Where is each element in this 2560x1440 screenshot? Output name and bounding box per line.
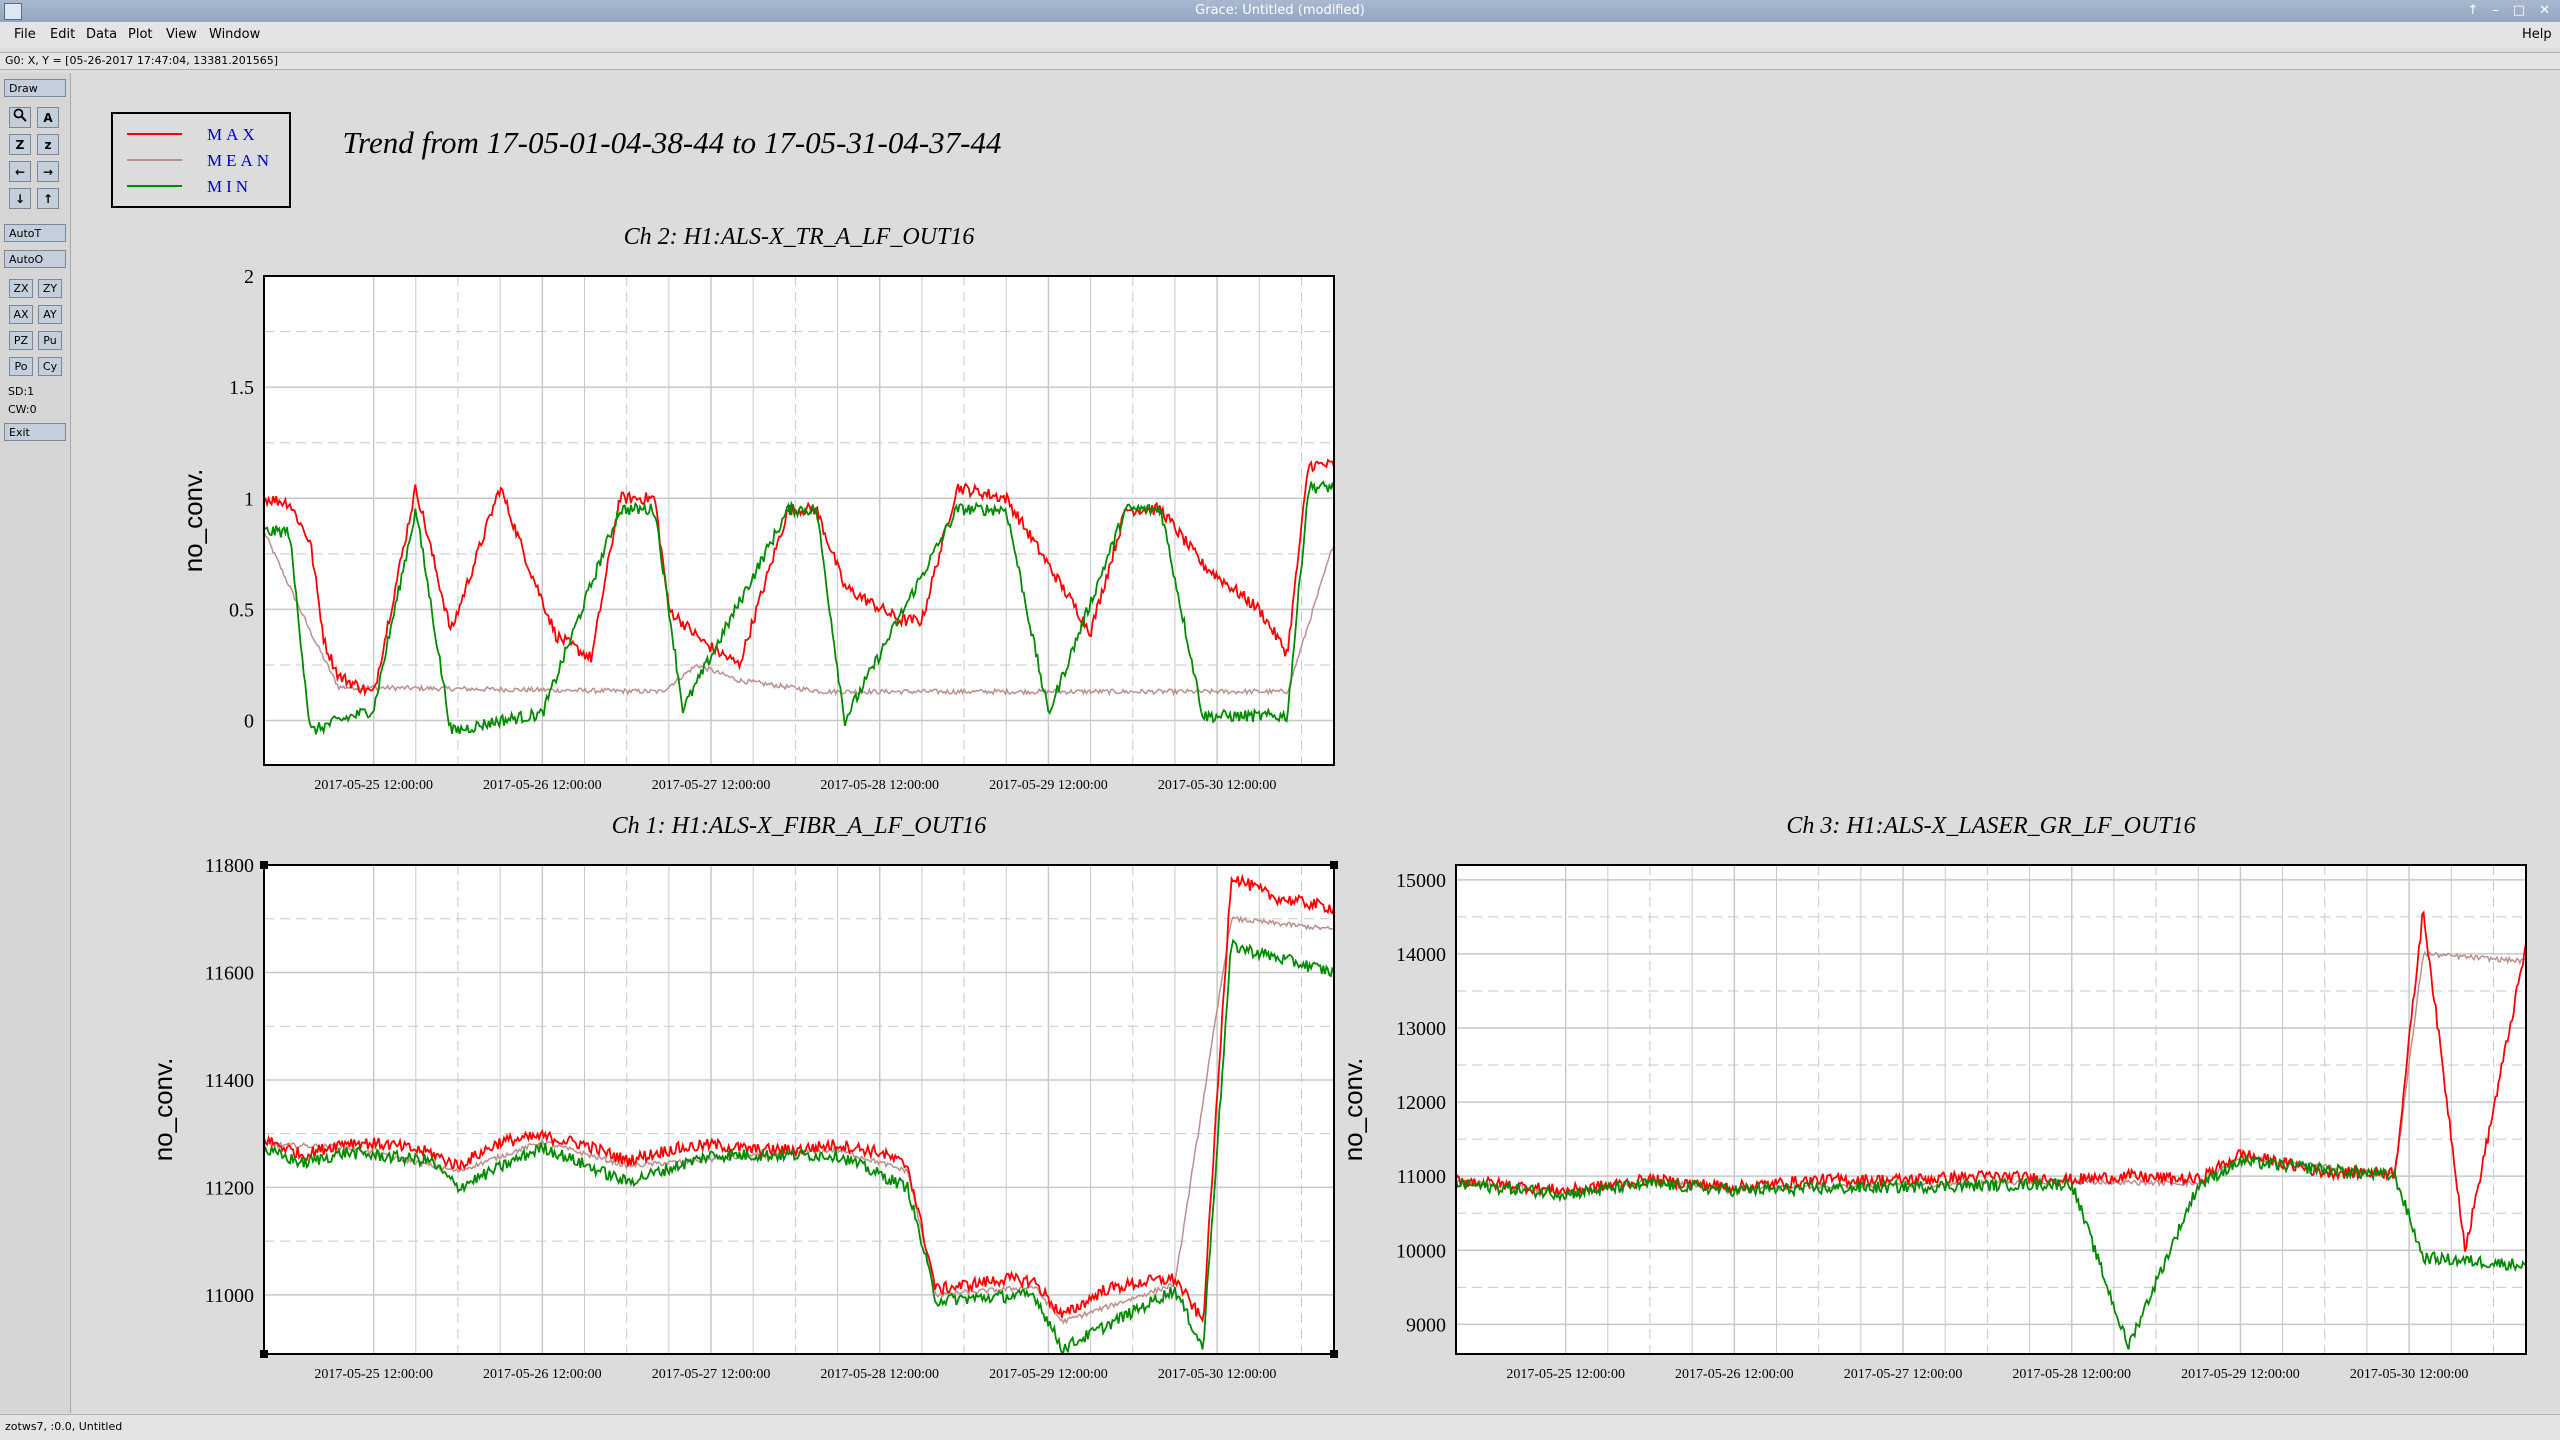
ch1-x-tick-label: 2017-05-27 12:00:00 (652, 1367, 771, 1382)
ch1-x-tick-label: 2017-05-28 12:00:00 (820, 1367, 939, 1382)
pu-button[interactable]: Pu (38, 331, 62, 350)
ch3-x-tick-label: 2017-05-27 12:00:00 (1844, 1367, 1963, 1382)
legend-min-label: MIN (207, 177, 252, 196)
menubar: File Edit Data Plot View Window Help (0, 22, 2560, 48)
stack-depth-readout: SD:1 (8, 385, 35, 398)
legend-max-label: MAX (207, 125, 259, 144)
zy-button[interactable]: ZY (38, 279, 62, 298)
ch2-x-tick-label: 2017-05-27 12:00:00 (652, 778, 771, 793)
ch2-x-tick-label: 2017-05-25 12:00:00 (314, 778, 433, 793)
ch3-y-tick-label: 15000 (1396, 870, 1446, 892)
scroll-down-icon[interactable]: ↓ (9, 188, 31, 209)
shade-icon[interactable]: ↑ (2467, 3, 2478, 18)
ch1-y-tick-label: 11400 (205, 1070, 254, 1092)
ch2-x-tick-label: 2017-05-30 12:00:00 (1158, 778, 1277, 793)
ch3-x-tick-label: 2017-05-28 12:00:00 (2012, 1367, 2131, 1382)
draw-button[interactable]: Draw (4, 79, 66, 97)
ch2-y-axis-label: no_conv. (178, 469, 208, 573)
ch3-y-tick-label: 11000 (1397, 1166, 1446, 1188)
graph-ch2[interactable]: Ch 2: H1:ALS-X_TR_A_LF_OUT16 no_conv. 2017… (178, 224, 1335, 793)
window-controls: ↑ – □ ✕ (2467, 3, 2550, 18)
zoom-small-z-icon[interactable]: z (37, 134, 59, 155)
ch1-x-tick-label: 2017-05-26 12:00:00 (483, 1367, 602, 1382)
ay-button[interactable]: AY (38, 305, 62, 324)
plot-canvas[interactable]: MAX MEAN MIN Trend from 17-05-01-04-38-4… (72, 73, 2560, 1413)
ch1-y-tick-label: 11600 (205, 962, 254, 984)
menu-edit[interactable]: Edit (50, 27, 75, 42)
graph-ch3[interactable]: Ch 3: H1:ALS-X_LASER_GR_LF_OUT16 no_conv.… (1338, 813, 2527, 1382)
legend: MAX MEAN MIN (111, 112, 291, 208)
ch3-plot-area (1456, 865, 2526, 1354)
scroll-up-icon[interactable]: ↑ (37, 188, 59, 209)
ch3-chart-title: Ch 3: H1:ALS-X_LASER_GR_LF_OUT16 (1786, 813, 2195, 839)
ch2-x-tick-label: 2017-05-26 12:00:00 (483, 778, 602, 793)
selection-handle (1330, 1350, 1338, 1358)
menu-view[interactable]: View (166, 27, 197, 42)
tool-panel: Draw A Z z ← → ↓ ↑ AutoT AutoO ZX ZY AX … (0, 73, 71, 1413)
maximize-icon[interactable]: □ (2513, 3, 2525, 18)
ch3-x-tick-label: 2017-05-25 12:00:00 (1506, 1367, 1625, 1382)
ch2-y-tick-label: 0.5 (229, 599, 254, 621)
ch1-x-tick-label: 2017-05-30 12:00:00 (1158, 1367, 1277, 1382)
zx-button[interactable]: ZX (9, 279, 33, 298)
selection-handle (260, 1350, 268, 1358)
exit-button[interactable]: Exit (4, 423, 66, 441)
ch2-x-tick-label: 2017-05-29 12:00:00 (989, 778, 1108, 793)
ch3-y-axis-label: no_conv. (1338, 1058, 1368, 1162)
scroll-right-icon[interactable]: → (37, 161, 59, 182)
window-titlebar: Grace: Untitled (modified) ↑ – □ ✕ (0, 0, 2560, 22)
current-world-readout: CW:0 (8, 403, 37, 416)
menu-plot[interactable]: Plot (128, 27, 153, 42)
close-icon[interactable]: ✕ (2539, 3, 2550, 18)
window-title: Grace: Untitled (modified) (1195, 3, 1365, 18)
minimize-icon[interactable]: – (2492, 3, 2499, 18)
statusbar: zotws7, :0.0, Untitled (0, 1414, 2560, 1440)
autoscale-icon[interactable]: A (37, 107, 59, 128)
ch1-chart-title: Ch 1: H1:ALS-X_FIBR_A_LF_OUT16 (612, 813, 987, 839)
ch1-y-axis-label: no_conv. (148, 1058, 178, 1162)
ch3-y-tick-label: 9000 (1406, 1314, 1446, 1336)
ch1-y-tick-label: 11200 (205, 1177, 254, 1199)
ch1-y-tick-label: 11800 (205, 855, 254, 877)
ch2-y-tick-label: 2 (244, 266, 254, 288)
po-button[interactable]: Po (9, 357, 33, 376)
graph-ch1[interactable]: Ch 1: H1:ALS-X_FIBR_A_LF_OUT16 no_conv. 20… (148, 813, 1338, 1382)
autot-button[interactable]: AutoT (4, 224, 66, 242)
ax-button[interactable]: AX (9, 305, 33, 324)
ch3-y-tick-label: 14000 (1396, 944, 1446, 966)
ch3-y-tick-label: 10000 (1396, 1240, 1446, 1262)
ch3-x-tick-label: 2017-05-29 12:00:00 (2181, 1367, 2300, 1382)
ch2-x-tick-label: 2017-05-28 12:00:00 (820, 778, 939, 793)
ch2-y-tick-label: 0 (244, 711, 254, 733)
ch2-chart-title: Ch 2: H1:ALS-X_TR_A_LF_OUT16 (624, 224, 975, 250)
ch3-y-tick-label: 12000 (1396, 1092, 1446, 1114)
menu-window[interactable]: Window (209, 27, 260, 42)
scroll-left-icon[interactable]: ← (9, 161, 31, 182)
ch3-x-tick-label: 2017-05-30 12:00:00 (2350, 1367, 2469, 1382)
ch1-y-tick-label: 11000 (205, 1285, 254, 1307)
legend-mean-label: MEAN (207, 151, 273, 170)
zoom-z-icon[interactable]: Z (9, 134, 31, 155)
ch2-y-tick-label: 1 (244, 488, 254, 510)
ch1-x-tick-label: 2017-05-25 12:00:00 (314, 1367, 433, 1382)
autoo-button[interactable]: AutoO (4, 250, 66, 268)
selection-handle (260, 861, 268, 869)
ch3-x-tick-label: 2017-05-26 12:00:00 (1675, 1367, 1794, 1382)
menu-file[interactable]: File (14, 27, 36, 42)
main-title: Trend from 17-05-01-04-38-44 to 17-05-31… (343, 125, 1002, 160)
pz-button[interactable]: PZ (9, 331, 33, 350)
menu-help[interactable]: Help (2522, 27, 2552, 42)
locator-readout: G0: X, Y = [05-26-2017 17:47:04, 13381.2… (0, 52, 2560, 70)
ch3-y-tick-label: 13000 (1396, 1018, 1446, 1040)
ch1-x-tick-label: 2017-05-29 12:00:00 (989, 1367, 1108, 1382)
ch2-y-tick-label: 1.5 (229, 377, 254, 399)
zoom-icon[interactable] (9, 107, 31, 128)
menu-data[interactable]: Data (86, 27, 117, 42)
selection-handle (1330, 861, 1338, 869)
cy-button[interactable]: Cy (38, 357, 62, 376)
